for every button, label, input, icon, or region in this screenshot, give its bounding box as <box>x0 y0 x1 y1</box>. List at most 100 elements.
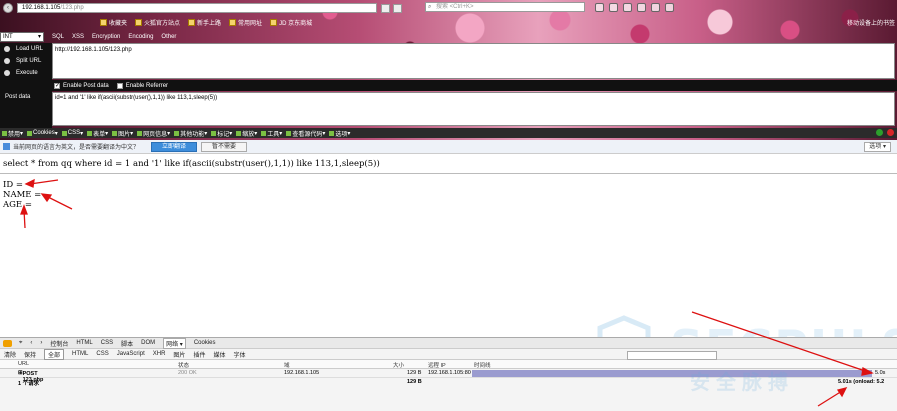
toolbar-disable[interactable]: 禁用 ▾ <box>2 129 23 138</box>
tab-cookies[interactable]: Cookies <box>194 340 216 346</box>
toolbar-info[interactable]: 网页信息 ▾ <box>137 129 170 138</box>
back-icon[interactable]: ‹ <box>3 3 13 13</box>
age-label: AGE = <box>3 200 32 210</box>
execute-button[interactable]: Execute <box>0 67 52 79</box>
address-bar-row: ‹ 192.168.1.105/123.php ⌕ 搜索 <Ctrl+K> <box>0 2 897 14</box>
translate-button[interactable]: 立即翻译 <box>151 141 198 152</box>
options-icon <box>329 130 335 136</box>
filter-js[interactable]: JavaScript <box>117 351 145 357</box>
hackbar-url-field[interactable]: http://192.168.1.105/123.php <box>52 43 895 79</box>
search-input[interactable]: ⌕ 搜索 <Ctrl+K> <box>425 2 585 12</box>
tab-html[interactable]: HTML <box>76 340 92 346</box>
firebug-search-input[interactable] <box>627 351 717 360</box>
toolbar-forms[interactable]: 表单 ▾ <box>87 129 108 138</box>
filter-xhr[interactable]: XHR <box>153 351 166 357</box>
divider <box>0 173 897 174</box>
reload-icon[interactable] <box>393 3 402 13</box>
menu-sql[interactable]: SQL <box>52 34 64 40</box>
firebug-icon[interactable] <box>3 339 12 347</box>
bookmark-item[interactable]: 新手上路 <box>188 18 221 27</box>
col-url[interactable]: URL <box>18 361 29 367</box>
prev-icon[interactable]: ‹ <box>30 340 32 346</box>
filter-html[interactable]: HTML <box>72 351 88 357</box>
search-placeholder: 搜索 <Ctrl+K> <box>436 4 474 10</box>
translate-message: 当前网页的语言为英文，是否需要翻译为中文？ <box>13 145 140 151</box>
load-icon <box>4 46 10 52</box>
col-status[interactable]: 状态 <box>178 361 189 369</box>
col-domain[interactable]: 域 <box>284 361 290 369</box>
outline-icon <box>211 130 217 136</box>
form-icon <box>87 130 93 136</box>
timeline-bar <box>472 370 872 377</box>
col-timeline[interactable]: 时间线 <box>474 361 491 369</box>
total-size: 129 B <box>407 379 422 385</box>
filter-all[interactable]: 全部 <box>44 348 65 360</box>
hackbar-options: Enable Post data Enable Referrer <box>52 80 897 91</box>
menu-other[interactable]: Other <box>161 34 176 40</box>
tab-dom[interactable]: DOM <box>141 340 155 346</box>
arrow-id-head <box>24 178 35 188</box>
next-icon[interactable]: › <box>40 340 42 346</box>
menu-icon[interactable] <box>665 3 674 12</box>
request-size: 129 B <box>407 370 422 376</box>
menu-encoding[interactable]: Encoding <box>128 34 153 40</box>
menu-xss[interactable]: XSS <box>72 34 84 40</box>
persist-button[interactable]: 保持 <box>24 350 36 359</box>
col-size[interactable]: 大小 <box>393 361 404 369</box>
clear-button[interactable]: 清除 <box>4 350 16 359</box>
tab-script[interactable]: 脚本 <box>121 339 133 348</box>
enable-post-checkbox[interactable] <box>54 82 60 89</box>
download-icon[interactable] <box>623 3 632 12</box>
bookmark-item[interactable]: 收藏夹 <box>100 18 127 27</box>
dropdown-icon[interactable] <box>381 3 390 13</box>
url-host: 192.168.1.105 <box>22 5 61 11</box>
image-icon <box>112 130 118 136</box>
url-input[interactable]: 192.168.1.105/123.php <box>17 3 377 13</box>
toolbar-css[interactable]: CSS ▾ <box>61 130 83 137</box>
bookmark-list-icon[interactable] <box>609 3 618 12</box>
bookmark-item[interactable]: 火狐官方站点 <box>135 18 180 27</box>
toolbar-view-source[interactable]: 查看源代码 ▾ <box>286 129 325 138</box>
post-data-field[interactable]: id=1 and '1' like if(ascii(substr(user()… <box>52 92 895 126</box>
translate-icon <box>3 143 10 150</box>
mobile-bookmarks[interactable]: 移动设备上的书签 <box>847 18 895 27</box>
browser-chrome: ‹ 192.168.1.105/123.php ⌕ 搜索 <Ctrl+K> 收藏… <box>0 0 897 140</box>
execute-icon <box>4 70 10 76</box>
translate-options-button[interactable]: 选项 ▾ <box>864 142 891 152</box>
toolbar-icons <box>595 3 674 12</box>
toolbar-resize[interactable]: 缩放 ▾ <box>236 129 257 138</box>
type-select[interactable]: INT <box>0 31 44 42</box>
split-url-button[interactable]: Split URL <box>0 55 52 67</box>
filter-plugins[interactable]: 插件 <box>193 350 205 359</box>
tab-console[interactable]: 控制台 <box>50 339 68 348</box>
filter-images[interactable]: 图片 <box>173 350 185 359</box>
toolbar-outline[interactable]: 标记 ▾ <box>211 129 232 138</box>
menu-encryption[interactable]: Encryption <box>92 34 120 40</box>
inspect-icon[interactable]: ⌖ <box>19 340 22 347</box>
filter-css[interactable]: CSS <box>96 351 108 357</box>
bookmark-item[interactable]: JD 京东商城 <box>270 18 312 27</box>
bookmark-item[interactable]: 常用网址 <box>229 18 262 27</box>
firebug-icon[interactable] <box>651 3 660 12</box>
no-translate-button[interactable]: 暂不需要 <box>201 141 248 152</box>
star-icon[interactable] <box>595 3 604 12</box>
toolbar-options[interactable]: 选项 ▾ <box>329 129 350 138</box>
enable-referrer-checkbox[interactable] <box>116 82 123 89</box>
col-remote-ip[interactable]: 远程 IP <box>428 361 446 369</box>
toolbar-cookies[interactable]: Cookies ▾ <box>27 130 58 137</box>
arrow-age <box>23 209 26 229</box>
watermark-cn: 安全脉搏 <box>690 370 794 394</box>
error-icon[interactable] <box>887 129 894 136</box>
request-ip: 192.168.1.105:80 <box>428 370 471 376</box>
valid-icon[interactable] <box>876 129 883 136</box>
load-url-button[interactable]: Load URL <box>0 43 52 55</box>
filter-media[interactable]: 媒体 <box>213 350 225 359</box>
home-icon[interactable] <box>637 3 646 12</box>
toolbar-images[interactable]: 图片 ▾ <box>112 129 133 138</box>
toolbar-tools[interactable]: 工具 ▾ <box>261 129 282 138</box>
toolbar-misc[interactable]: 其他功能 ▾ <box>174 129 207 138</box>
filter-fonts[interactable]: 字体 <box>233 350 245 359</box>
tab-css[interactable]: CSS <box>101 340 113 346</box>
net-filter-bar: 清除 保持 全部 HTML CSS JavaScript XHR 图片 插件 媒… <box>0 348 897 360</box>
tab-net[interactable]: 网络 ▾ <box>163 337 186 349</box>
